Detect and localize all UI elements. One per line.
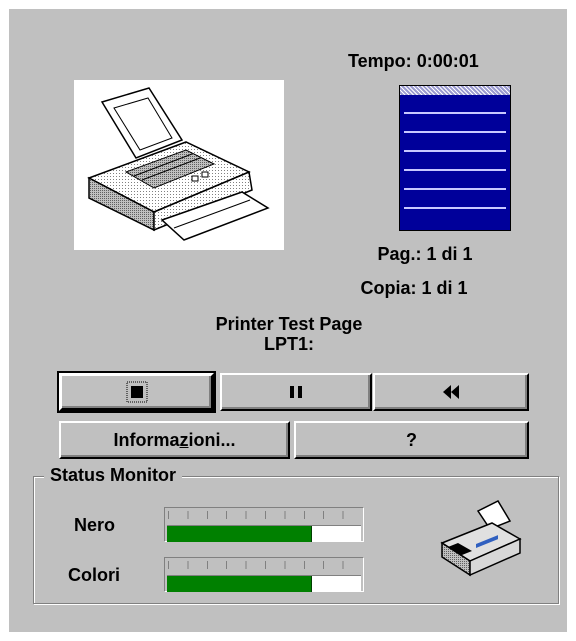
print-progress-window: Tempo: 0:00:01 Pag.: 1 di 1 Copia: 1 di … [9, 9, 567, 632]
stop-icon [126, 381, 147, 403]
page-progress-indicator [399, 85, 511, 231]
black-ink-meter [164, 507, 364, 542]
rewind-icon [443, 385, 459, 399]
status-monitor-title: Status Monitor [44, 465, 182, 486]
document-name: Printer Test Page [215, 314, 363, 334]
help-button[interactable]: ? [294, 421, 529, 459]
rewind-button[interactable] [373, 373, 529, 411]
printer-icon [87, 87, 270, 241]
status-printer-button[interactable] [434, 497, 526, 588]
printer-illustration [74, 80, 284, 250]
info-button[interactable]: Informazioni... [59, 421, 290, 459]
color-ink-meter [164, 557, 364, 592]
elapsed-time-value: 0:00:01 [416, 51, 479, 71]
page-count-value: 1 di 1 [426, 244, 473, 264]
pause-button[interactable] [220, 373, 372, 411]
copy-count: Copia: 1 di 1 [314, 278, 514, 299]
printer-port: LPT1: [263, 334, 314, 354]
copy-count-label: Copia: [360, 278, 417, 298]
page-count: Pag.: 1 di 1 [335, 244, 515, 265]
status-monitor-group: Status Monitor Nero Colori [33, 465, 559, 604]
stop-button[interactable] [57, 371, 216, 413]
page-count-label: Pag.: [377, 244, 422, 264]
color-ink-label: Colori [68, 565, 120, 585]
black-ink-label: Nero [74, 515, 116, 535]
printer-status-icon [440, 500, 522, 577]
black-ink-level [167, 526, 312, 542]
color-ink-level [167, 576, 312, 592]
info-button-label: Informazioni... [113, 429, 236, 450]
copy-count-value: 1 di 1 [421, 278, 468, 298]
elapsed-time: Tempo: 0:00:01 [348, 51, 479, 72]
pause-icon [290, 386, 302, 398]
progress-fill [400, 86, 510, 95]
elapsed-time-label: Tempo: [348, 51, 412, 71]
